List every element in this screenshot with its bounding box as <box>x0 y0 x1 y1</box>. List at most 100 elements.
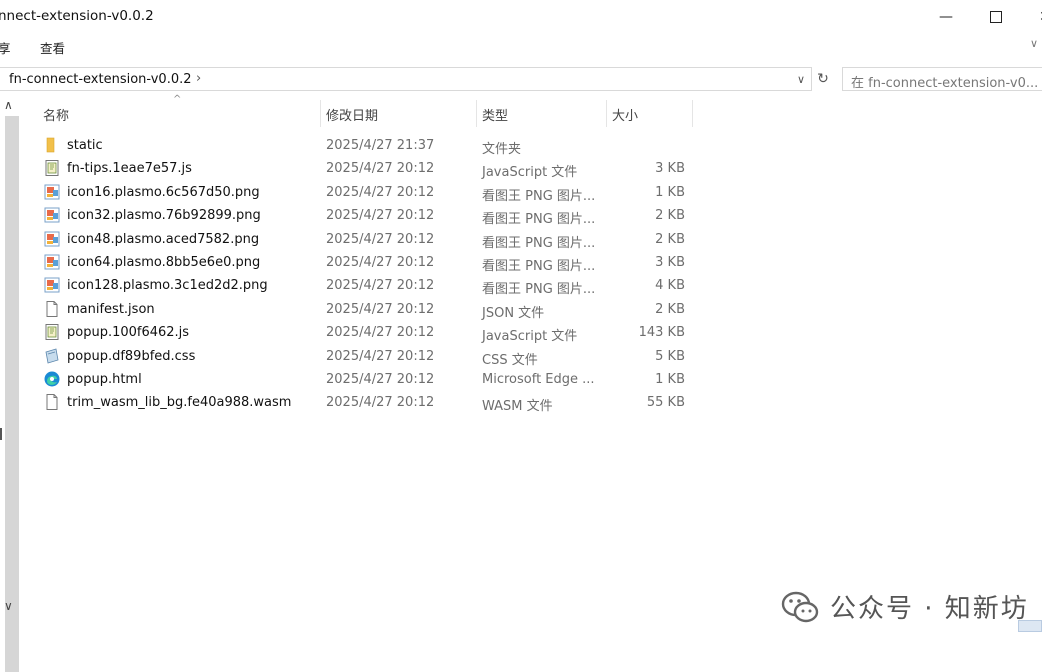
scroll-up-icon[interactable]: ∧ <box>4 98 13 112</box>
refresh-icon[interactable]: ↻ <box>814 70 832 88</box>
file-name[interactable]: icon128.plasmo.3c1ed2d2.png <box>67 278 268 293</box>
js-file-icon <box>44 160 60 177</box>
file-size: 1 KB <box>655 372 685 387</box>
file-name[interactable]: icon16.plasmo.6c567d50.png <box>67 185 260 200</box>
file-date: 2025/4/27 20:12 <box>326 161 435 177</box>
file-size: 4 KB <box>655 278 685 294</box>
file-name[interactable]: icon64.plasmo.8bb5e6e0.png <box>67 255 260 270</box>
file-date: 2025/4/27 20:12 <box>326 325 435 341</box>
file-date: 2025/4/27 20:12 <box>326 372 435 387</box>
file-row[interactable]: icon32.plasmo.76b92899.png 2025/4/27 20:1… <box>20 204 700 227</box>
file-row[interactable]: icon16.plasmo.6c567d50.png 2025/4/27 20:1… <box>20 181 700 204</box>
file-row[interactable]: manifest.json 2025/4/27 20:12 JSON 文件 2 KB <box>20 298 700 321</box>
file-date: 2025/4/27 20:12 <box>326 231 435 247</box>
file-type: Microsoft Edge ... <box>482 372 595 387</box>
column-name-label: 名称 <box>43 109 70 124</box>
file-size: 2 KB <box>655 301 685 317</box>
maximize-button[interactable] <box>985 6 1007 28</box>
file-date: 2025/4/27 20:12 <box>326 301 435 317</box>
scroll-down-icon[interactable]: ∨ <box>4 599 13 613</box>
column-size-label: 大小 <box>612 109 639 124</box>
file-type: JSON 文件 <box>482 305 545 321</box>
column-divider[interactable] <box>606 100 607 127</box>
address-row: fn-connect-extension-v0.0.2 › ∨ ↻ 在 fn-c… <box>0 64 1042 94</box>
png-image-icon <box>44 231 60 247</box>
file-name[interactable]: manifest.json <box>67 302 155 317</box>
file-date: 2025/4/27 20:12 <box>326 208 435 224</box>
file-size: 55 KB <box>646 395 685 411</box>
wechat-logo-icon <box>781 591 819 623</box>
file-row[interactable]: popup.df89bfed.css 2025/4/27 20:12 CSS 文件 5… <box>20 345 700 368</box>
file-row[interactable]: icon48.plasmo.aced7582.png 2025/4/27 20:1… <box>20 228 700 251</box>
column-divider[interactable] <box>476 100 477 127</box>
column-type-label: 类型 <box>482 109 509 124</box>
file-date: 2025/4/27 20:12 <box>326 395 435 411</box>
file-date: 2025/4/27 20:12 <box>326 184 435 200</box>
file-name[interactable]: icon32.plasmo.76b92899.png <box>67 208 261 223</box>
file-type: 看图王 PNG 图片... <box>482 235 596 251</box>
close-button[interactable]: ✕ <box>1034 6 1042 28</box>
search-input[interactable]: 在 fn-connect-extension-v0... <box>842 67 1042 91</box>
blank-file-icon <box>44 394 60 411</box>
file-date: 2025/4/27 20:12 <box>326 278 435 294</box>
blank-file-icon <box>44 300 60 317</box>
file-type: 看图王 PNG 图片... <box>482 188 596 204</box>
file-date: 2025/4/27 21:37 <box>326 138 435 153</box>
sort-ascending-icon: ^ <box>173 94 182 105</box>
scrollbar-thumb[interactable] <box>5 116 19 672</box>
window-title: nnect-extension-v0.0.2 <box>0 8 154 24</box>
file-name[interactable]: trim_wasm_lib_bg.fe40a988.wasm <box>67 395 291 410</box>
file-type: 看图王 PNG 图片... <box>482 212 596 228</box>
edge-icon <box>44 371 60 387</box>
title-bar: nnect-extension-v0.0.2 — ✕ <box>0 0 1042 34</box>
png-image-icon <box>44 277 60 293</box>
column-divider[interactable] <box>320 100 321 127</box>
file-size: 143 KB <box>638 325 685 341</box>
file-type: WASM 文件 <box>482 399 553 415</box>
search-placeholder: 在 fn-connect-extension-v0... <box>851 76 1039 91</box>
file-size: 2 KB <box>655 208 685 224</box>
folder-icon <box>44 137 60 153</box>
file-size: 3 KB <box>655 161 685 177</box>
file-type: 看图王 PNG 图片... <box>482 259 596 274</box>
breadcrumb-folder[interactable]: fn-connect-extension-v0.0.2 <box>9 72 192 87</box>
file-row[interactable]: popup.100f6462.js 2025/4/27 20:12 JavaScri… <box>20 321 700 344</box>
file-row[interactable]: popup.html 2025/4/27 20:12 Microsoft Edge … <box>20 368 700 391</box>
file-size: 1 KB <box>655 184 685 200</box>
file-name[interactable]: popup.100f6462.js <box>67 325 189 340</box>
css-file-icon <box>44 348 60 364</box>
file-size: 3 KB <box>655 255 685 270</box>
file-type: CSS 文件 <box>482 352 538 368</box>
file-name[interactable]: popup.html <box>67 372 142 387</box>
file-name[interactable]: static <box>67 138 103 153</box>
png-image-icon <box>44 207 60 223</box>
file-row[interactable]: icon128.plasmo.3c1ed2d2.png 2025/4/27 20:… <box>20 274 700 297</box>
file-name[interactable]: popup.df89bfed.css <box>67 349 195 364</box>
file-row[interactable]: static 2025/4/27 21:37 文件夹 <box>20 134 700 157</box>
file-size: 5 KB <box>655 348 685 364</box>
maximize-icon <box>990 11 1002 23</box>
column-divider[interactable] <box>692 100 693 127</box>
nav-marker <box>0 428 2 440</box>
minimize-button[interactable]: — <box>935 6 957 28</box>
file-row[interactable]: trim_wasm_lib_bg.fe40a988.wasm 2025/4/27 … <box>20 391 700 414</box>
file-type: 看图王 PNG 图片... <box>482 282 596 298</box>
navigation-pane-scrollbar[interactable]: ∧ ∨ <box>0 96 20 672</box>
file-row[interactable]: fn-tips.1eae7e57.js 2025/4/27 20:12 JavaSc… <box>20 157 700 180</box>
file-name[interactable]: icon48.plasmo.aced7582.png <box>67 232 259 247</box>
file-type: 文件夹 <box>482 142 522 157</box>
file-type: JavaScript 文件 <box>482 329 578 345</box>
file-date: 2025/4/27 20:12 <box>326 255 435 270</box>
address-dropdown-icon[interactable]: ∨ <box>797 73 805 86</box>
ribbon-expand-icon[interactable]: ∨ <box>1030 37 1038 50</box>
column-date-label: 修改日期 <box>326 109 379 124</box>
chevron-right-icon[interactable]: › <box>196 71 201 86</box>
watermark-text: 公众号 · 知新坊 <box>830 594 1029 624</box>
file-name[interactable]: fn-tips.1eae7e57.js <box>67 161 192 176</box>
tab-view[interactable]: 查看 <box>40 38 65 57</box>
file-date: 2025/4/27 20:12 <box>326 348 435 364</box>
file-row[interactable]: icon64.plasmo.8bb5e6e0.png 2025/4/27 20:1… <box>20 251 700 274</box>
tab-share[interactable]: 享 <box>0 38 11 57</box>
ribbon-tabs: 享 查看 ∨ <box>0 34 1042 59</box>
address-bar[interactable]: fn-connect-extension-v0.0.2 › ∨ <box>0 67 812 91</box>
